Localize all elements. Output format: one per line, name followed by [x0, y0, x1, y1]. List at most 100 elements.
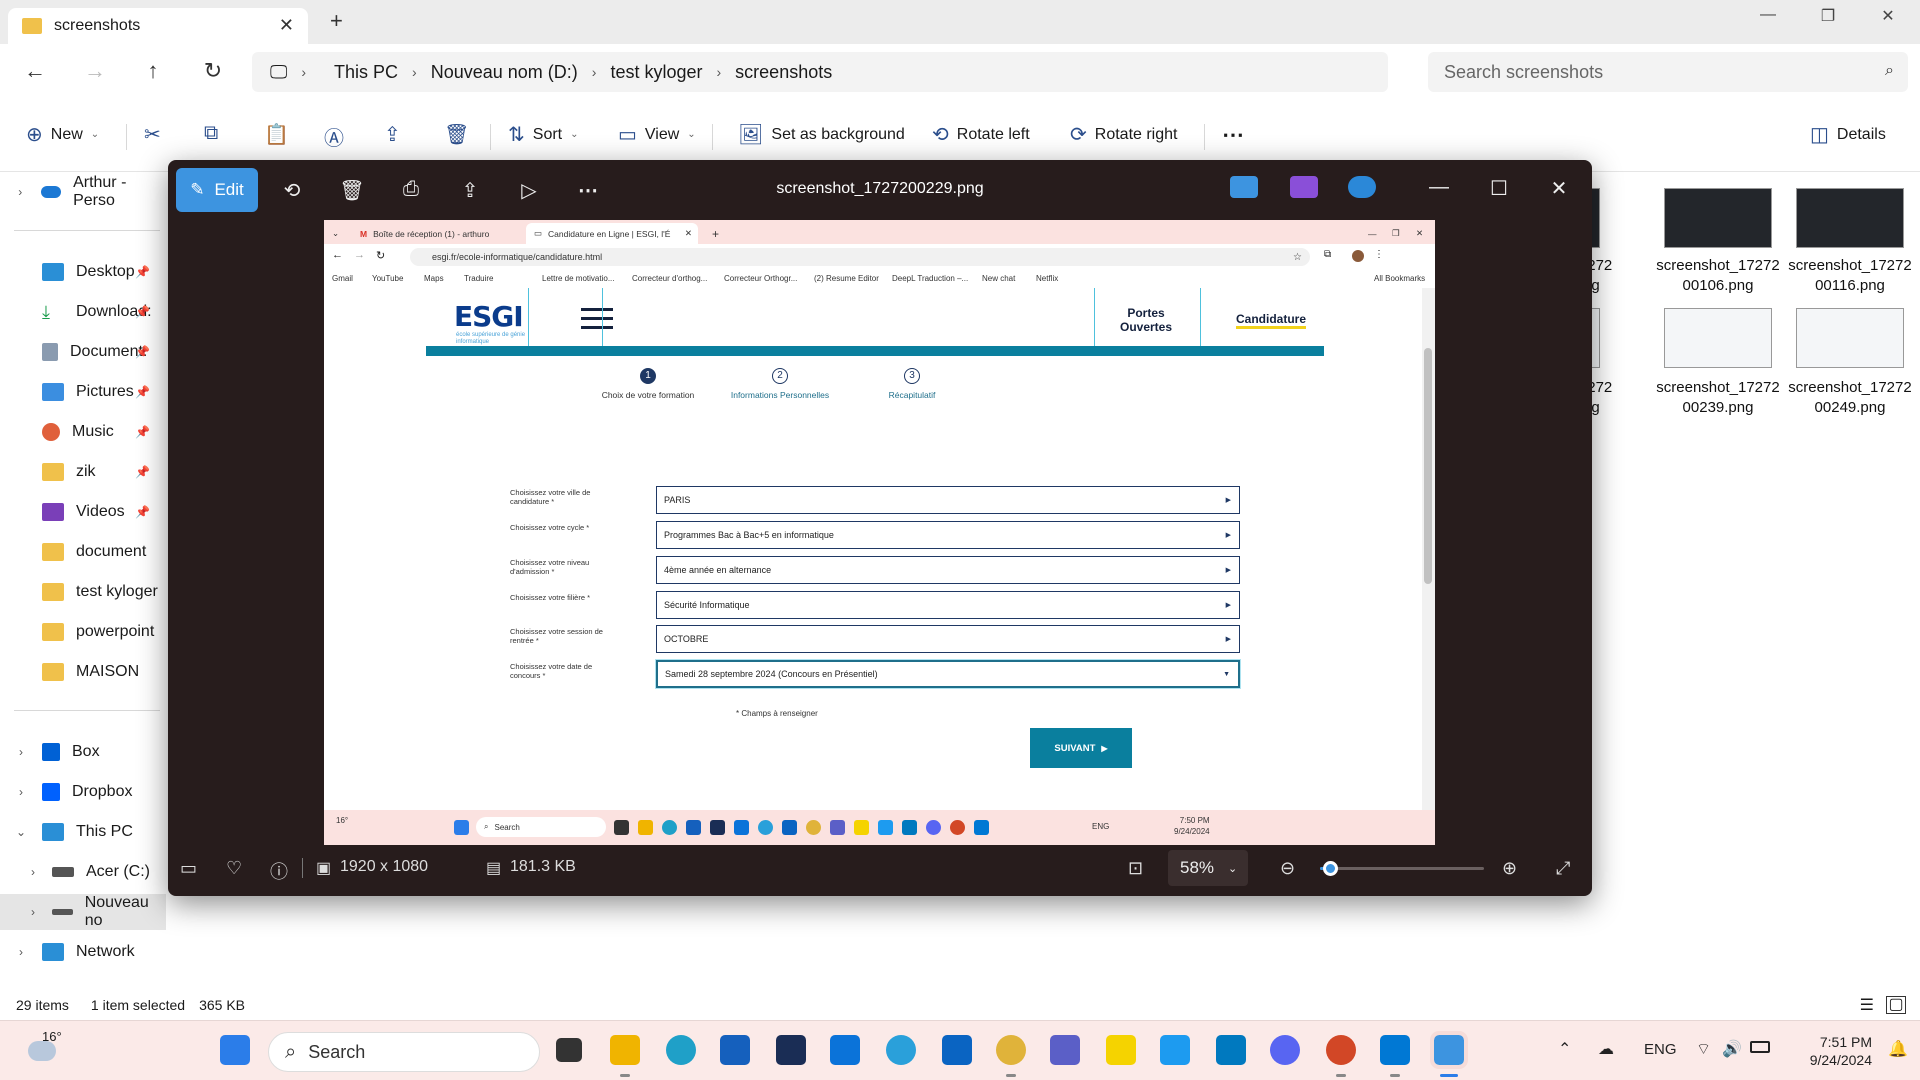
forward-icon[interactable]: → [80, 58, 110, 84]
details-view-icon[interactable]: ☰ [1860, 995, 1874, 1015]
sidebar-item-nouveau-nom[interactable]: › Nouveau no [0, 894, 166, 930]
sidebar-item-documents[interactable]: Document: 📌 [0, 334, 166, 370]
new-tab-button[interactable]: + [704, 223, 724, 244]
bookmark[interactable]: Maps [424, 274, 444, 283]
explorer-tab[interactable]: screenshots ✕ [8, 8, 308, 44]
trello-icon[interactable] [902, 820, 917, 835]
up-icon[interactable]: ↑ [138, 58, 168, 84]
sidebar-item-this-pc[interactable]: ⌄ This PC [0, 814, 166, 850]
teams-icon[interactable] [830, 820, 845, 835]
powerpoint-icon[interactable] [1326, 1035, 1356, 1065]
outlook-icon[interactable] [782, 820, 797, 835]
minimize-icon[interactable]: — [1424, 176, 1454, 199]
remote-desktop-icon[interactable] [830, 1035, 860, 1065]
share-icon[interactable]: ⇪ [456, 178, 484, 203]
breadcrumb[interactable]: 🖵 › This PC › Nouveau nom (D:) › test ky… [252, 52, 1388, 92]
close-window-icon[interactable]: ✕ [1868, 6, 1908, 26]
designer-icon[interactable] [1230, 176, 1258, 198]
bookmark[interactable]: Netflix [1036, 274, 1058, 283]
refresh-icon[interactable]: ↻ [198, 58, 228, 84]
details-button[interactable]: ◫ Details [1810, 122, 1886, 147]
fit-to-screen-icon[interactable]: ⊡ [1128, 858, 1143, 879]
trash-icon[interactable]: 🗑 [338, 178, 366, 203]
zoom-slider[interactable] [1320, 861, 1484, 876]
edit-button[interactable]: ✎ Edit [176, 168, 258, 212]
new-button[interactable]: ⊕ New ⌄ [26, 122, 99, 147]
tab-search-icon[interactable]: ⌄ [328, 223, 344, 244]
sidebar-item-maison[interactable]: MAISON [0, 654, 166, 690]
weather-widget[interactable]: 16° [336, 816, 348, 825]
rotate-left-button[interactable]: ⟲ Rotate left [932, 122, 1030, 147]
rotate-icon[interactable]: ⟲ [278, 178, 306, 203]
language-indicator[interactable]: ENG [1644, 1041, 1677, 1058]
maximize-icon[interactable]: ☐ [1484, 176, 1514, 201]
minimize-icon[interactable]: — [1748, 6, 1788, 24]
filiere-select[interactable]: Sécurité Informatique ▶ [656, 591, 1240, 619]
close-window-icon[interactable]: ✕ [1408, 223, 1428, 244]
bookmark[interactable]: Correcteur d'orthog... [632, 274, 707, 283]
zoom-level-dropdown[interactable]: 58% ⌄ [1168, 850, 1248, 886]
telegram-icon[interactable] [758, 820, 773, 835]
file-thumbnail[interactable] [1664, 188, 1772, 248]
favorite-heart-icon[interactable]: ♡ [226, 858, 242, 879]
start-button[interactable] [220, 1035, 250, 1065]
taskbar-search[interactable]: ⌕ Search [268, 1032, 540, 1072]
chrome-icon[interactable] [996, 1035, 1026, 1065]
file-explorer-icon[interactable] [638, 820, 653, 835]
share-button[interactable]: ⇪ [384, 122, 401, 147]
powerpoint-icon[interactable] [950, 820, 965, 835]
file-item[interactable]: screenshot_17272 00116.png [1785, 256, 1915, 296]
back-icon[interactable]: ← [332, 249, 343, 261]
bookmark[interactable]: Traduire [464, 274, 494, 283]
bookmark[interactable]: New chat [982, 274, 1015, 283]
bookmark[interactable]: YouTube [372, 274, 403, 283]
zoom-in-icon[interactable]: ⊕ [1502, 858, 1517, 879]
trello-icon[interactable] [1216, 1035, 1246, 1065]
concours-select[interactable]: Samedi 28 septembre 2024 (Concours en Pr… [656, 660, 1240, 688]
remote-desktop-icon[interactable] [734, 820, 749, 835]
weather-widget[interactable]: 16° [22, 1029, 62, 1071]
niveau-select[interactable]: 4ème année en alternance ▶ [656, 556, 1240, 584]
edge-icon[interactable] [666, 1035, 696, 1065]
sort-button[interactable]: ⇅ Sort ⌄ [508, 122, 579, 147]
volume-icon[interactable]: 🔊 [1722, 1039, 1742, 1059]
onedrive-icon[interactable] [1348, 176, 1376, 198]
telegram-icon[interactable] [886, 1035, 916, 1065]
booking-icon[interactable] [710, 820, 725, 835]
tiles-view-icon[interactable]: ▢ [1886, 996, 1906, 1014]
sidebar-item-network[interactable]: › Network [0, 934, 166, 970]
outlook-icon[interactable] [942, 1035, 972, 1065]
back-icon[interactable]: ← [20, 58, 50, 84]
sidebar-item-acer-c[interactable]: › Acer (C:) [0, 854, 166, 890]
discord-icon[interactable] [1270, 1035, 1300, 1065]
file-item[interactable]: screenshot_17272 00106.png [1653, 256, 1783, 296]
sidebar-item-pictures[interactable]: Pictures 📌 [0, 374, 166, 410]
sticky-notes-icon[interactable] [1106, 1035, 1136, 1065]
forward-icon[interactable]: → [354, 249, 365, 261]
inner-search-box[interactable]: ⌕ Search [476, 817, 606, 837]
breadcrumb-item[interactable]: test kyloger [596, 62, 716, 83]
twitter-icon[interactable] [878, 820, 893, 835]
taskbar-clock[interactable]: 7:51 PM 9/24/2024 [1810, 1033, 1872, 1069]
more-options-icon[interactable]: ⋯ [1222, 122, 1244, 148]
sidebar-item-onedrive[interactable]: › Arthur - Perso [0, 174, 166, 210]
bookmark[interactable]: (2) Resume Editor [814, 274, 879, 283]
onedrive-icon[interactable]: ☁ [1598, 1039, 1614, 1059]
vscode-icon[interactable] [974, 820, 989, 835]
set-as-background-button[interactable]: 🖼 Set as background [738, 122, 905, 147]
extensions-icon[interactable]: ⧉ [1324, 249, 1331, 260]
battery-icon[interactable] [1750, 1041, 1770, 1053]
sidebar-item-test-kyloger[interactable]: test kyloger [0, 574, 166, 610]
close-tab-icon[interactable]: ✕ [279, 15, 294, 36]
minimize-icon[interactable]: — [1360, 223, 1380, 244]
rename-button[interactable]: Ⓐ [324, 122, 344, 151]
new-tab-button[interactable]: + [330, 8, 343, 34]
zoom-slider-thumb[interactable] [1322, 861, 1338, 876]
teams-icon[interactable] [1050, 1035, 1080, 1065]
copy-button[interactable]: ⧉ [204, 122, 218, 145]
breadcrumb-item[interactable]: This PC [320, 62, 412, 83]
photos-icon[interactable] [1430, 1031, 1468, 1069]
suivant-button[interactable]: SUIVANT ▶ [1030, 728, 1132, 768]
sidebar-item-videos[interactable]: Videos 📌 [0, 494, 166, 530]
sidebar-item-desktop[interactable]: Desktop 📌 [0, 254, 166, 290]
